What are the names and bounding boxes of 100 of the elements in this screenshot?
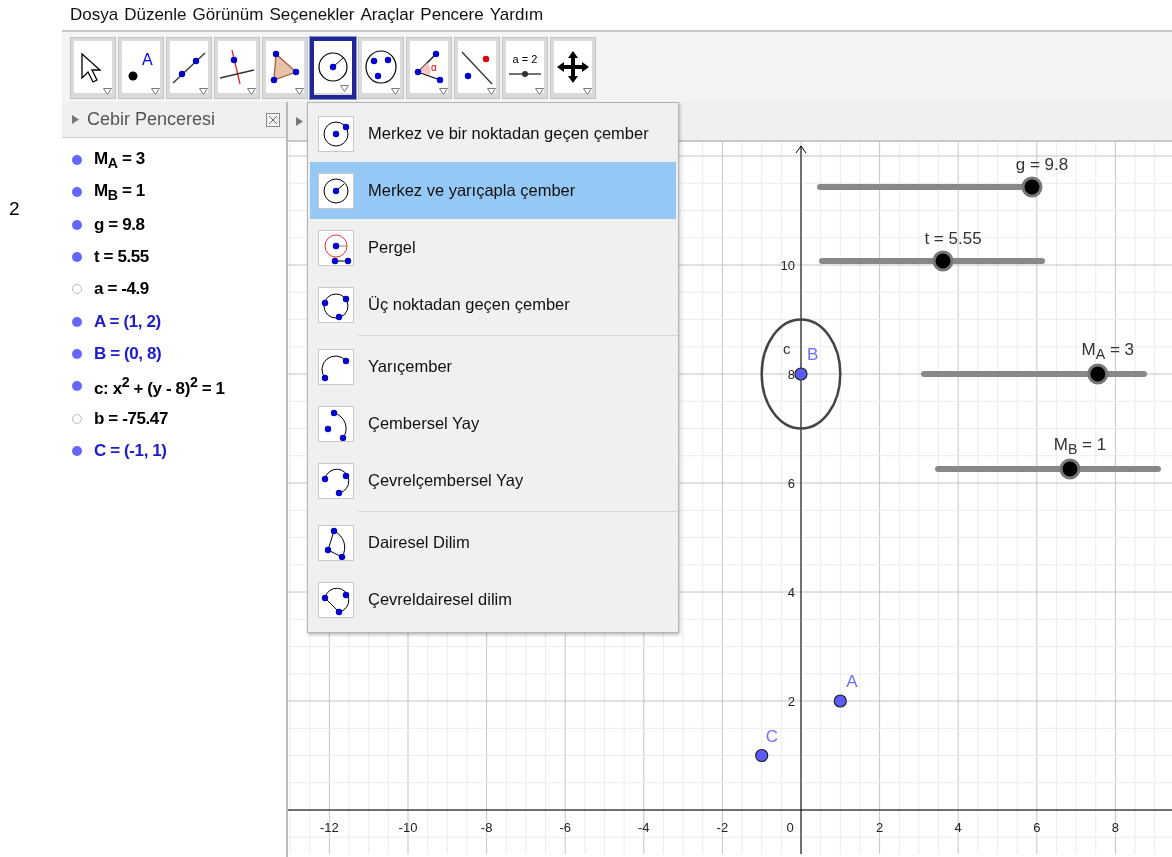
algebra-entry[interactable]: M$_{B}$ = 1 bbox=[94, 181, 145, 204]
point-label: B bbox=[807, 345, 819, 364]
algebra-entry[interactable]: M$_{A}$ = 3 bbox=[94, 148, 145, 172]
close-icon[interactable] bbox=[266, 112, 280, 127]
slider-icon: a = 2 bbox=[506, 41, 544, 93]
angle-icon: α bbox=[410, 41, 448, 93]
menu-item[interactable]: Araçlar bbox=[360, 5, 415, 25]
caret-icon bbox=[583, 88, 592, 95]
point[interactable] bbox=[755, 748, 769, 763]
tool-button[interactable]: A bbox=[118, 37, 164, 99]
menu-option[interactable]: Yarıçember bbox=[310, 338, 676, 395]
axis-tick-label: -2 bbox=[716, 820, 729, 835]
menu-option[interactable]: Çevreldairesel dilim bbox=[310, 571, 676, 628]
axis-tick-label: 4 bbox=[787, 585, 795, 600]
collapse-triangle-icon[interactable] bbox=[72, 115, 79, 124]
visibility-dot[interactable] bbox=[72, 252, 82, 263]
axis-tick-label: 6 bbox=[1033, 820, 1041, 835]
arc-icon bbox=[318, 405, 354, 442]
axis-tick-label: 2 bbox=[876, 820, 884, 835]
semicircle-icon bbox=[318, 348, 354, 385]
slider-track[interactable] bbox=[935, 458, 1161, 480]
caret-icon bbox=[487, 88, 496, 95]
axis-tick-label: 6 bbox=[787, 476, 795, 491]
axis-tick-label: -4 bbox=[638, 820, 650, 835]
caret-icon bbox=[103, 88, 112, 95]
menu-option[interactable]: Üç noktadan geçen çember bbox=[310, 276, 676, 333]
menu-item[interactable]: Seçenekler bbox=[269, 5, 355, 25]
caret-icon bbox=[199, 88, 208, 95]
reflection-icon bbox=[458, 41, 496, 93]
perpendicular-lines-icon bbox=[218, 41, 256, 93]
slider-label: M$_{A}$ = 3 bbox=[1081, 339, 1135, 362]
algebra-entry[interactable]: C = (-1, 1) bbox=[94, 440, 167, 461]
visibility-dot[interactable] bbox=[72, 219, 82, 230]
slider-track[interactable] bbox=[819, 250, 1045, 272]
algebra-entry[interactable]: B = (0, 8) bbox=[94, 343, 162, 364]
visibility-dot[interactable] bbox=[72, 284, 82, 295]
collapse-triangle-icon[interactable] bbox=[296, 116, 303, 126]
arc-icon bbox=[318, 462, 354, 499]
axis-tick-label: -8 bbox=[480, 820, 493, 835]
visibility-dot[interactable] bbox=[72, 413, 82, 424]
slider-track[interactable] bbox=[921, 363, 1147, 385]
axis-tick-label: 4 bbox=[954, 820, 962, 835]
circle-label: c bbox=[783, 340, 791, 357]
axis-tick-label: -10 bbox=[398, 820, 418, 835]
caret-icon bbox=[151, 88, 160, 95]
menu-item[interactable]: Düzenle bbox=[124, 5, 187, 25]
algebra-entry[interactable]: c: x$^{2}$ + (y - 8)$^{2}$ = 1 bbox=[94, 373, 225, 399]
caret-icon bbox=[340, 85, 349, 92]
sector-icon bbox=[318, 524, 354, 561]
menu-option[interactable]: Çevrelçembersel Yay bbox=[310, 452, 676, 509]
point[interactable] bbox=[794, 367, 808, 381]
page-number: 2 bbox=[9, 198, 20, 219]
tool-button[interactable]: a = 2 bbox=[502, 37, 548, 99]
axis-tick-label: 8 bbox=[1111, 820, 1119, 835]
slider-thumb[interactable] bbox=[1087, 363, 1109, 385]
point-label: A bbox=[846, 672, 858, 691]
slider-thumb[interactable] bbox=[1059, 458, 1081, 480]
visibility-dot[interactable] bbox=[72, 445, 82, 456]
menu-option[interactable]: Çembersel Yay bbox=[310, 395, 676, 452]
tool-button[interactable] bbox=[310, 37, 356, 99]
visibility-dot[interactable] bbox=[72, 155, 82, 166]
move-arrows-icon bbox=[554, 41, 592, 93]
caret-icon bbox=[535, 88, 544, 95]
panel-title: Cebir Penceresi bbox=[87, 109, 217, 130]
menu-option[interactable]: Merkez ve yarıçapla çember bbox=[310, 162, 676, 219]
menu-option[interactable]: Pergel bbox=[310, 219, 676, 276]
circle-three-points-icon bbox=[318, 286, 354, 323]
visibility-dot[interactable] bbox=[72, 316, 82, 327]
algebra-entry[interactable]: A = (1, 2) bbox=[94, 311, 161, 332]
sector-icon bbox=[318, 581, 354, 618]
caret-icon bbox=[439, 88, 448, 95]
algebra-entry[interactable]: t = 5.55 bbox=[94, 247, 149, 268]
menu-option[interactable]: Merkez ve bir noktadan geçen çember bbox=[310, 105, 676, 162]
algebra-entry[interactable]: g = 9.8 bbox=[94, 214, 145, 235]
menu-item[interactable]: Görünüm bbox=[192, 5, 264, 25]
visibility-dot[interactable] bbox=[72, 381, 82, 392]
visibility-dot[interactable] bbox=[72, 187, 82, 198]
slider-track[interactable] bbox=[817, 176, 1043, 198]
slider-thumb[interactable] bbox=[1021, 176, 1043, 198]
axis-tick-label: 2 bbox=[787, 694, 795, 709]
axis-tick-label: -6 bbox=[559, 820, 571, 835]
point-icon: A bbox=[122, 41, 160, 93]
circle-point-icon bbox=[318, 115, 354, 152]
caret-icon bbox=[247, 88, 256, 95]
pointer-icon bbox=[74, 41, 112, 93]
menu-item[interactable]: Dosya bbox=[70, 5, 119, 25]
slider-thumb[interactable] bbox=[932, 250, 954, 272]
menu-item[interactable]: Pencere bbox=[420, 5, 484, 25]
point-label: C bbox=[765, 726, 778, 746]
axis-tick-label: -12 bbox=[320, 820, 339, 835]
point[interactable] bbox=[833, 694, 847, 708]
tool-button[interactable]: α bbox=[406, 37, 452, 99]
menu-option[interactable]: Dairesel Dilim bbox=[310, 514, 676, 571]
visibility-dot[interactable] bbox=[72, 348, 82, 359]
caret-icon bbox=[295, 88, 304, 95]
menu-item[interactable]: Yardım bbox=[489, 5, 544, 25]
algebra-entry[interactable]: b = -75.47 bbox=[94, 408, 168, 429]
axis-tick-label: 10 bbox=[780, 258, 795, 273]
slider-label: M$_{B}$ = 1 bbox=[1053, 434, 1107, 457]
algebra-entry[interactable]: a = -4.9 bbox=[94, 279, 149, 300]
